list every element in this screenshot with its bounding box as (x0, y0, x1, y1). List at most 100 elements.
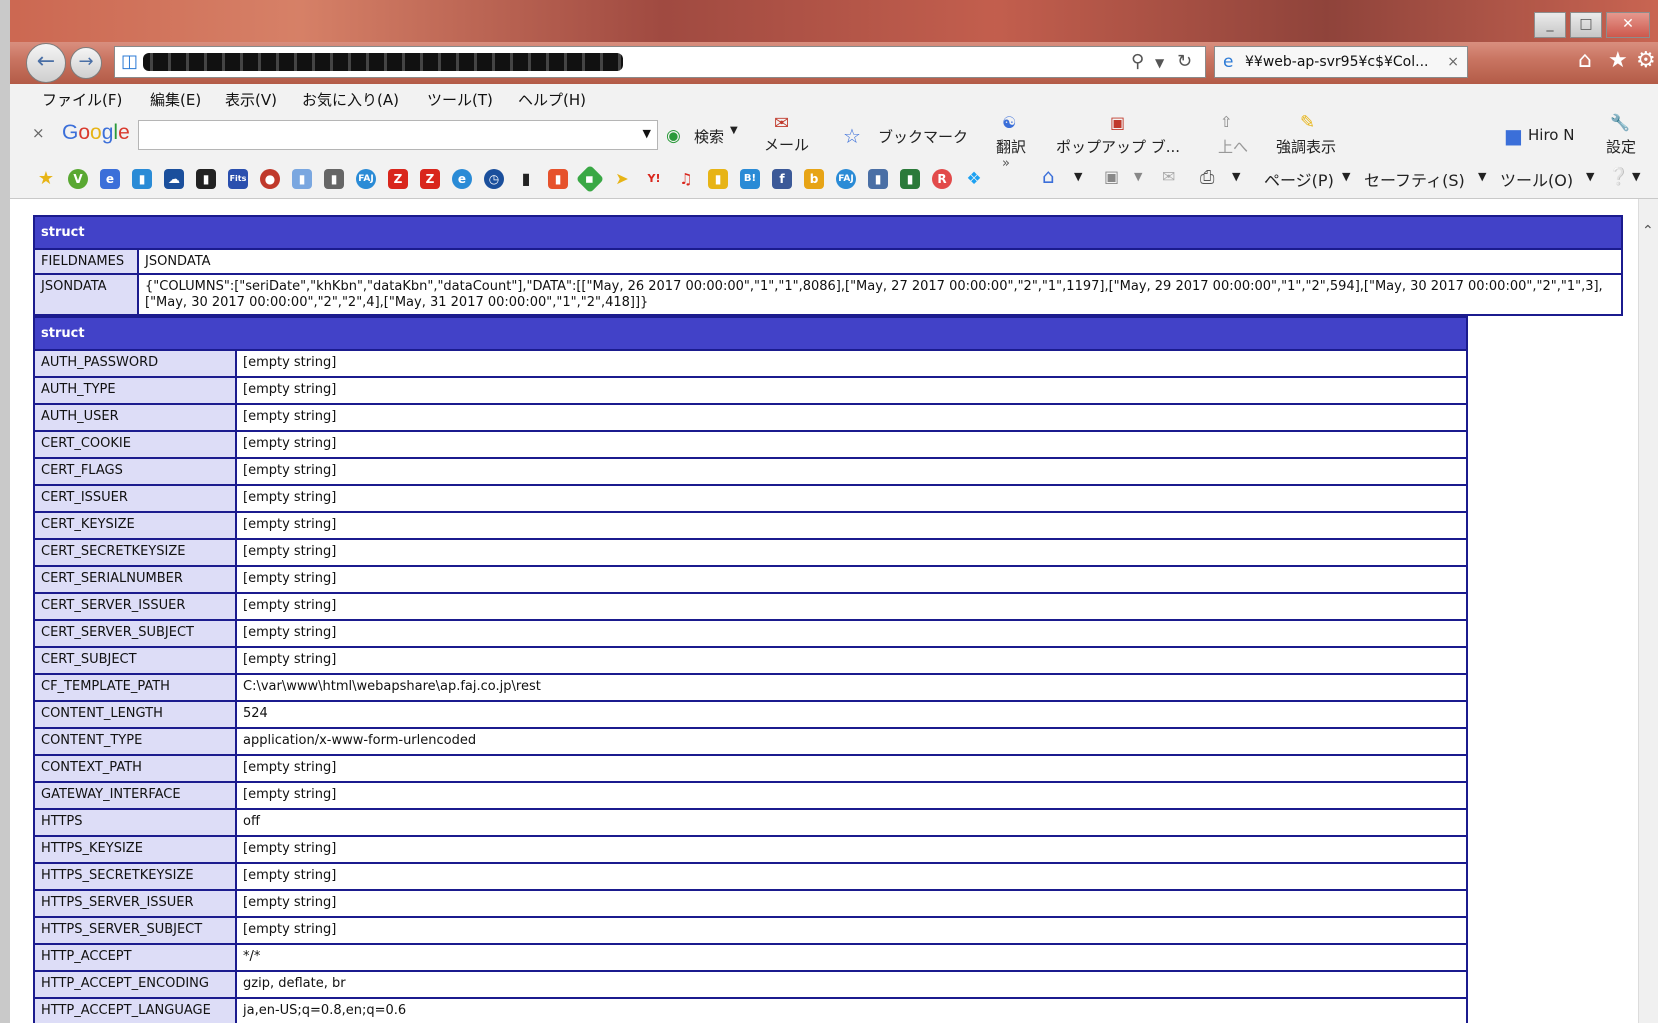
fav-z1-icon[interactable]: Z (388, 169, 408, 189)
fav-fits-icon[interactable]: Fits (228, 169, 248, 189)
bookmark-button[interactable]: ブックマーク (878, 126, 968, 147)
struct-key[interactable]: CONTENT_TYPE (33, 727, 237, 756)
struct-key[interactable]: HTTP_ACCEPT_LANGUAGE (33, 997, 237, 1023)
struct-key[interactable]: HTTPS_SECRETKEYSIZE (33, 862, 237, 891)
fav-v-icon[interactable]: V (68, 169, 88, 189)
struct-key[interactable]: CERT_SERIALNUMBER (33, 565, 237, 594)
fav-office-icon[interactable]: ▮ (548, 169, 568, 189)
struct-key[interactable]: CERT_COOKIE (33, 430, 237, 459)
struct-key[interactable]: FIELDNAMES (33, 248, 139, 275)
rss-dropdown-icon[interactable]: ▼ (1134, 170, 1142, 183)
address-bar[interactable]: ◫ ⚲ ▼ ↻ (114, 46, 1206, 78)
menu-file[interactable]: ファイル(F) (42, 89, 122, 110)
fav-yahoo-icon[interactable]: Y! (644, 169, 664, 189)
struct-key[interactable]: JSONDATA (33, 273, 139, 316)
fav-r-icon[interactable]: R (932, 169, 952, 189)
home-dropdown-icon[interactable]: ▼ (1074, 170, 1082, 183)
menu-view[interactable]: 表示(V) (225, 89, 277, 110)
home-icon[interactable]: ⌂ (1578, 48, 1592, 73)
page-menu[interactable]: ページ(P) (1264, 167, 1334, 191)
user-account-button[interactable]: Hiro N (1528, 126, 1574, 144)
fav-cloud-icon[interactable]: ☁ (164, 169, 184, 189)
search-dropdown-icon[interactable]: ▼ (643, 127, 651, 140)
struct-key[interactable]: CERT_SUBJECT (33, 646, 237, 675)
fav-facebook-icon[interactable]: f (772, 169, 792, 189)
struct-key[interactable]: CERT_SERVER_ISSUER (33, 592, 237, 621)
add-favorite-icon[interactable]: ★ (36, 169, 56, 189)
struct-key[interactable]: HTTPS (33, 808, 237, 837)
search-button[interactable]: 検索 (694, 126, 724, 147)
fav-evernote-icon[interactable]: ▮ (900, 169, 920, 189)
fav-e-icon[interactable]: e (452, 169, 472, 189)
struct-key[interactable]: AUTH_TYPE (33, 376, 237, 405)
up-button[interactable]: 上へ (1218, 136, 1248, 157)
settings-button[interactable]: 設定 (1606, 136, 1636, 157)
struct-key[interactable]: CF_TEMPLATE_PATH (33, 673, 237, 702)
fav-faj-icon[interactable]: FAJ (356, 169, 376, 189)
close-window-button[interactable]: ✕ (1606, 12, 1650, 38)
dropdown-icon[interactable]: ▼ (1155, 56, 1164, 70)
struct-key[interactable]: AUTH_PASSWORD (33, 349, 237, 378)
google-search-input[interactable]: ▼ (138, 120, 658, 150)
search-icon[interactable]: ⚲ (1131, 51, 1144, 72)
gear-icon[interactable]: ⚙ (1636, 48, 1656, 73)
print-icon[interactable]: ⎙ (1200, 167, 1214, 188)
struct-key[interactable]: HTTP_ACCEPT_ENCODING (33, 970, 237, 999)
struct-key[interactable]: AUTH_USER (33, 403, 237, 432)
safety-dropdown-icon[interactable]: ▼ (1478, 170, 1486, 183)
menu-tools[interactable]: ツール(T) (427, 89, 493, 110)
popup-blocker-button[interactable]: ポップアップ ブ... (1056, 136, 1180, 157)
scroll-up-icon[interactable]: ⌃ (1642, 223, 1654, 239)
struct-key[interactable]: HTTP_ACCEPT (33, 943, 237, 972)
tools-dropdown-icon[interactable]: ▼ (1586, 170, 1594, 183)
struct-key[interactable]: CERT_ISSUER (33, 484, 237, 513)
favorites-star-icon[interactable]: ★ (1608, 48, 1628, 73)
fav-b-icon[interactable]: B! (740, 169, 760, 189)
fav-folder-icon[interactable]: ▮ (708, 169, 728, 189)
struct-header[interactable]: struct (33, 215, 1623, 250)
help-dropdown-icon[interactable]: ▼ (1632, 170, 1640, 183)
home-command-icon[interactable]: ⌂ (1042, 164, 1055, 188)
tab-close-icon[interactable]: × (1447, 47, 1459, 77)
fav-arrow-icon[interactable]: ➤ (612, 169, 632, 189)
mail-read-icon[interactable]: ✉ (1162, 167, 1175, 186)
google-toolbar-close[interactable]: × (32, 124, 45, 142)
rss-icon[interactable]: ▣ (1104, 167, 1119, 186)
print-dropdown-icon[interactable]: ▼ (1232, 170, 1240, 183)
fav-z2-icon[interactable]: Z (420, 169, 440, 189)
struct-key[interactable]: CERT_KEYSIZE (33, 511, 237, 540)
help-icon[interactable]: ❔ (1608, 167, 1629, 187)
fav-people-icon[interactable]: ▮ (868, 169, 888, 189)
fav-diamond-icon[interactable]: ◆ (575, 164, 605, 194)
tab-active[interactable]: e ¥¥web-ap-svr95¥c$¥Col... × (1214, 46, 1468, 78)
fav-book-icon[interactable]: ▮ (196, 169, 216, 189)
mail-button[interactable]: メール (764, 134, 809, 155)
menu-help[interactable]: ヘルプ(H) (518, 89, 586, 110)
page-dropdown-icon[interactable]: ▼ (1342, 170, 1350, 183)
maximize-button[interactable]: □ (1570, 12, 1602, 38)
struct-key[interactable]: CERT_FLAGS (33, 457, 237, 486)
fav-pdf-icon[interactable]: ♫ (676, 169, 696, 189)
safety-menu[interactable]: セーフティ(S) (1364, 167, 1465, 191)
struct-key[interactable]: HTTPS_KEYSIZE (33, 835, 237, 864)
struct-key[interactable]: CERT_SECRETKEYSIZE (33, 538, 237, 567)
more-favorites-icon[interactable]: » (1002, 156, 1010, 171)
highlight-button[interactable]: 強調表示 (1276, 136, 1336, 157)
translate-button[interactable]: 翻訳 (996, 136, 1026, 157)
menu-favorites[interactable]: お気に入り(A) (302, 89, 399, 110)
fav-print-icon[interactable]: ▮ (324, 169, 344, 189)
fav-ie-icon[interactable]: e (100, 169, 120, 189)
fav-chart-icon[interactable]: ▮ (132, 169, 152, 189)
fav-clock-icon[interactable]: ◷ (484, 169, 504, 189)
vertical-scrollbar[interactable]: ⌃ (1638, 199, 1658, 1023)
back-button[interactable]: ← (26, 43, 66, 83)
fav-bars-icon[interactable]: ▮ (516, 169, 536, 189)
struct-key[interactable]: CONTENT_LENGTH (33, 700, 237, 729)
fav-doc-icon[interactable]: ▮ (292, 169, 312, 189)
fav-twitter-icon[interactable]: ❖ (964, 169, 984, 189)
refresh-icon[interactable]: ↻ (1177, 51, 1192, 72)
search-dropdown-arrow[interactable]: ▼ (730, 125, 738, 136)
struct-key[interactable]: CERT_SERVER_SUBJECT (33, 619, 237, 648)
struct-key[interactable]: HTTPS_SERVER_SUBJECT (33, 916, 237, 945)
struct-key[interactable]: GATEWAY_INTERFACE (33, 781, 237, 810)
